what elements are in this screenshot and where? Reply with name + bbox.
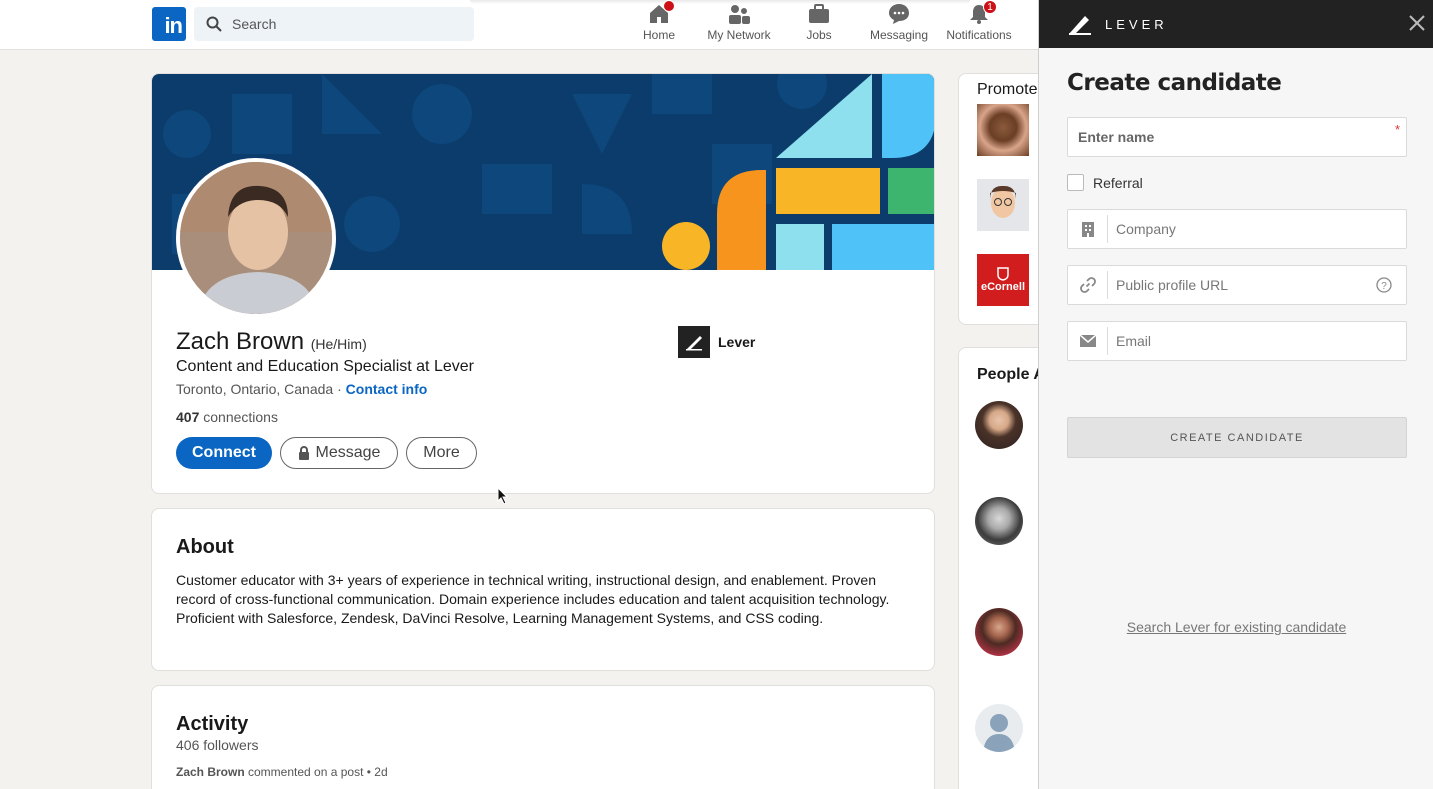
nav-notifications-label: Notifications xyxy=(946,28,1012,42)
person-avatar-3[interactable] xyxy=(975,608,1023,656)
profile-avatar[interactable] xyxy=(176,158,336,318)
network-icon xyxy=(727,2,751,26)
profile-url-input[interactable]: Public profile URL ? xyxy=(1067,265,1407,305)
home-dot-badge xyxy=(663,0,675,12)
name-placeholder: Enter name xyxy=(1078,129,1155,145)
search-icon xyxy=(206,16,222,32)
messaging-icon xyxy=(887,2,911,26)
url-placeholder: Public profile URL xyxy=(1116,277,1229,293)
lever-brand: LEVER xyxy=(1105,16,1168,32)
mouse-cursor-icon xyxy=(497,487,509,505)
nav-my-network[interactable]: My Network xyxy=(703,2,775,48)
link-icon xyxy=(1068,271,1108,299)
nav-messaging[interactable]: Messaging xyxy=(866,2,932,48)
company-name: Lever xyxy=(718,334,756,350)
email-input[interactable]: Email xyxy=(1067,321,1407,361)
referral-checkbox[interactable] xyxy=(1067,174,1084,191)
lever-logo-icon xyxy=(1069,16,1091,35)
nav-jobs-label: Jobs xyxy=(806,28,832,42)
profile-card: Zach Brown (He/Him) Content and Educatio… xyxy=(151,73,935,494)
notifications-badge: 1 xyxy=(983,0,997,14)
activity-card: Activity 406 followers Zach Brown commen… xyxy=(151,685,935,789)
nav-my-network-label: My Network xyxy=(707,28,771,42)
activity-post-meta: Zach Brown commented on a post • 2d xyxy=(176,765,388,779)
nav-home[interactable]: Home xyxy=(640,0,678,48)
nav-jobs[interactable]: Jobs xyxy=(803,2,835,48)
profile-name: Zach Brown (He/Him) xyxy=(176,328,367,356)
connections-label: connections xyxy=(199,409,278,425)
required-marker: * xyxy=(1394,122,1400,137)
promoted-title: Promote xyxy=(977,81,1038,98)
email-placeholder: Email xyxy=(1116,333,1152,349)
connect-button[interactable]: Connect xyxy=(176,437,272,469)
search-bar[interactable]: Search xyxy=(194,7,474,41)
referral-row[interactable]: Referral xyxy=(1067,174,1143,191)
nav-home-label: Home xyxy=(642,28,675,42)
promoted-ad-thumb-2[interactable] xyxy=(977,179,1029,231)
lever-extension-panel: LEVER Create candidate Enter name * Refe… xyxy=(1038,0,1433,789)
search-existing-candidate-link[interactable]: Search Lever for existing candidate xyxy=(1039,619,1433,635)
person-avatar-placeholder[interactable] xyxy=(975,704,1023,752)
profile-connections[interactable]: 407 connections xyxy=(176,409,278,425)
location-text: Toronto, Ontario, Canada · xyxy=(176,381,346,397)
activity-followers: 406 followers xyxy=(176,737,259,753)
activity-author[interactable]: Zach Brown xyxy=(176,765,245,779)
help-icon[interactable]: ? xyxy=(1376,277,1392,293)
current-company[interactable]: Lever xyxy=(678,326,755,358)
lever-company-logo xyxy=(678,326,710,358)
company-placeholder: Company xyxy=(1116,221,1176,237)
company-input[interactable]: Company xyxy=(1067,209,1407,249)
person-avatar-1[interactable] xyxy=(975,401,1023,449)
envelope-icon xyxy=(1068,327,1108,355)
profile-name-text: Zach Brown xyxy=(176,328,305,355)
lock-icon xyxy=(298,446,309,460)
about-heading: About xyxy=(176,536,234,558)
more-button[interactable]: More xyxy=(406,437,477,469)
message-button[interactable]: Message xyxy=(280,437,398,469)
people-also-viewed-title: People A xyxy=(977,366,1045,383)
briefcase-icon xyxy=(807,2,831,26)
ecornell-logo[interactable]: eCornell xyxy=(977,254,1029,306)
create-candidate-button[interactable]: CREATE CANDIDATE xyxy=(1067,417,1407,458)
about-text: Customer educator with 3+ years of exper… xyxy=(176,572,890,626)
shield-icon xyxy=(997,267,1009,281)
profile-location: Toronto, Ontario, Canada · Contact info xyxy=(176,381,427,397)
activity-action: commented on a post • 2d xyxy=(244,765,388,779)
building-icon xyxy=(1068,215,1108,243)
search-placeholder: Search xyxy=(232,16,277,32)
bell-icon: 1 xyxy=(967,0,997,26)
contact-info-link[interactable]: Contact info xyxy=(346,381,428,397)
lever-header: LEVER xyxy=(1039,0,1433,48)
connections-count: 407 xyxy=(176,409,200,425)
profile-pronouns: (He/Him) xyxy=(310,336,367,352)
nav-notifications[interactable]: 1 Notifications xyxy=(940,0,1018,48)
activity-heading: Activity xyxy=(176,713,249,735)
name-input[interactable]: Enter name * xyxy=(1067,117,1407,157)
nav-messaging-label: Messaging xyxy=(869,28,929,42)
about-card: About Customer educator with 3+ years of… xyxy=(151,508,935,671)
profile-headline: Content and Education Specialist at Leve… xyxy=(176,358,474,375)
top-navigation: in Search Home My Network Jobs Messaging… xyxy=(0,0,1040,50)
svg-text:?: ? xyxy=(1381,281,1387,292)
home-icon xyxy=(647,0,675,26)
ecornell-label: eCornell xyxy=(980,281,1025,293)
promoted-ad-thumb-1[interactable] xyxy=(977,104,1029,156)
close-icon[interactable] xyxy=(1407,13,1427,33)
referral-label: Referral xyxy=(1093,174,1143,191)
create-candidate-title: Create candidate xyxy=(1067,70,1282,96)
linkedin-logo[interactable]: in xyxy=(152,7,186,41)
message-button-label: Message xyxy=(315,444,381,461)
person-avatar-2[interactable] xyxy=(975,497,1023,545)
